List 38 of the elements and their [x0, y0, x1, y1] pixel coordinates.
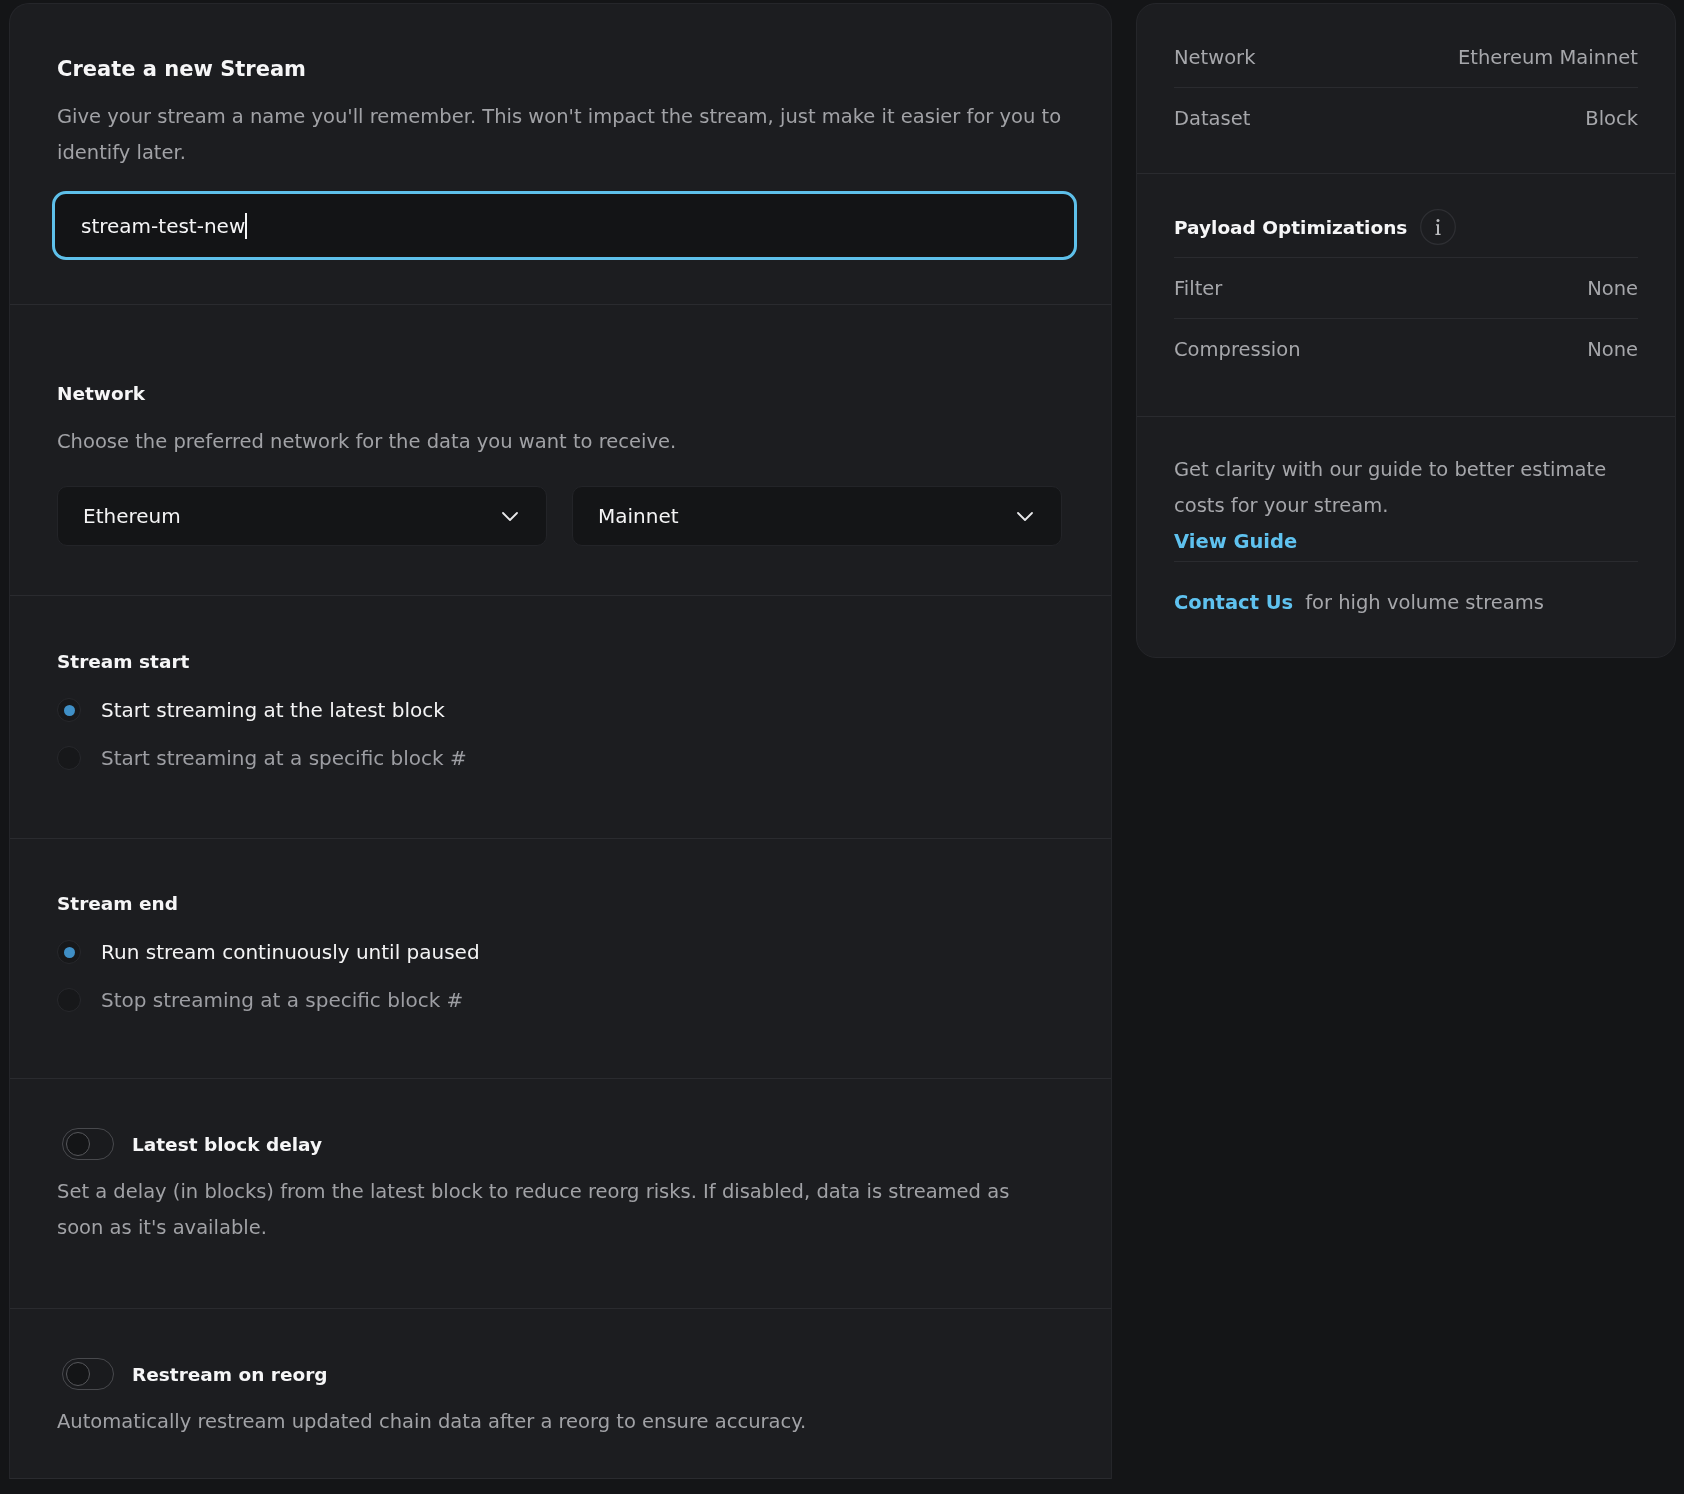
section-description: Choose the preferred network for the data you want to receive.: [57, 429, 678, 455]
radio-label[interactable]: Run stream continuously until paused: [101, 934, 480, 970]
network-dropdown[interactable]: Mainnet: [572, 486, 1062, 546]
radio-label[interactable]: Stop streaming at a specific block #: [101, 982, 464, 1018]
form-title: Create a new Stream: [57, 56, 307, 83]
summary-value: Block: [1585, 106, 1638, 130]
summary-value: None: [1587, 337, 1638, 361]
radio-button[interactable]: [57, 698, 81, 722]
summary-label: Network: [1174, 45, 1256, 69]
toggle-description: Set a delay (in blocks) from the latest block to reduce reorg risks. If disabled, data is streamed as soon as it's available.: [57, 1179, 1011, 1241]
radio-label[interactable]: Start streaming at the latest block: [101, 692, 445, 728]
text-cursor-icon: [245, 212, 248, 239]
summary-label: Dataset: [1174, 106, 1251, 130]
toggle-description: Automatically restream updated chain data after a reorg to ensure accuracy.: [57, 1409, 808, 1435]
section-title: Stream start: [57, 650, 191, 674]
view-guide-link[interactable]: View Guide: [1174, 524, 1298, 560]
section-title: Payload Optimizations: [1174, 216, 1408, 238]
chevron-down-icon: [502, 511, 518, 521]
radio-label[interactable]: Start streaming at a specific block #: [101, 740, 467, 776]
summary-label: Compression: [1174, 337, 1301, 361]
toggle-switch[interactable]: [62, 1128, 114, 1160]
stream-name-input[interactable]: stream-test-new: [52, 191, 1077, 260]
info-icon[interactable]: [1420, 209, 1457, 245]
chevron-down-icon: [1017, 511, 1033, 521]
toggle-switch[interactable]: [62, 1358, 114, 1390]
toggle-label: Latest block delay: [132, 1133, 323, 1155]
toggle-label: Restream on reorg: [132, 1363, 328, 1385]
summary-label: Filter: [1174, 276, 1223, 300]
contact-us-link[interactable]: Contact Us: [1174, 585, 1294, 621]
summary-value: Ethereum Mainnet: [1458, 45, 1638, 69]
summary-value: None: [1587, 276, 1638, 300]
section-title: Stream end: [57, 892, 179, 916]
contact-note: for high volume streams: [1305, 590, 1544, 616]
network-dropdown[interactable]: Ethereum: [57, 486, 547, 546]
form-description: Give your stream a name you'll remember. This won't impact the stream, just make it easier for you to identify later.: [57, 104, 1063, 166]
guide-text: Get clarity with our guide to better estimate costs for your stream.: [1174, 457, 1608, 519]
radio-button[interactable]: [57, 940, 81, 964]
section-title: Network: [57, 382, 147, 406]
